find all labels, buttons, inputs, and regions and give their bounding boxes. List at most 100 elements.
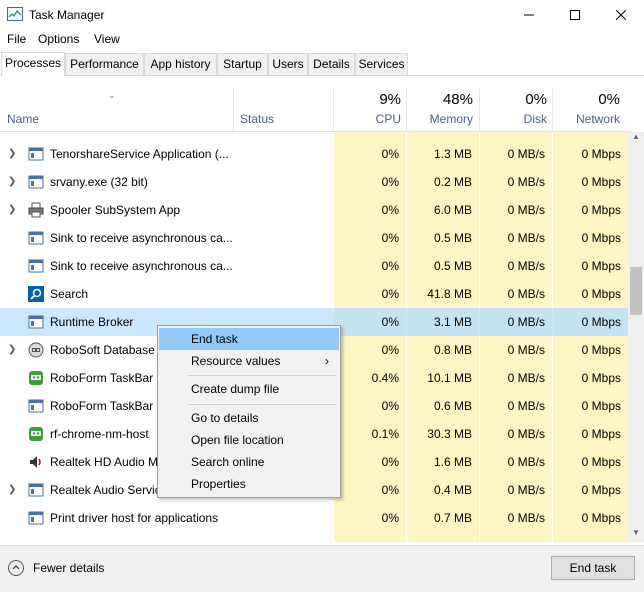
cpu-value: 0% bbox=[381, 175, 399, 189]
network-value: 0 Mbps bbox=[581, 511, 621, 525]
expand-chevron-icon[interactable]: ❯ bbox=[8, 149, 16, 159]
tab-details[interactable]: Details bbox=[308, 53, 355, 75]
submenu-chevron-icon: › bbox=[325, 354, 329, 368]
memory-cell: 0.5 MB bbox=[407, 224, 479, 252]
column-memory-header[interactable]: Memory bbox=[430, 112, 473, 126]
memory-value: 6.0 MB bbox=[433, 203, 472, 217]
memory-value: 10.1 MB bbox=[427, 371, 472, 385]
expand-chevron-icon[interactable]: ❯ bbox=[8, 177, 16, 187]
scrollbar-thumb[interactable] bbox=[630, 267, 642, 315]
menu-file[interactable]: File bbox=[7, 32, 26, 46]
disk-value: 0 MB/s bbox=[507, 203, 545, 217]
memory-value: 0.4 MB bbox=[433, 483, 472, 497]
disk-cell: 0 MB/s bbox=[480, 476, 552, 504]
tab-startup[interactable]: Startup bbox=[217, 53, 268, 75]
cpu-value: 0% bbox=[381, 483, 399, 497]
menu-options[interactable]: Options bbox=[38, 32, 79, 46]
process-name: Sink to receive asynchronous ca... bbox=[50, 259, 232, 273]
process-row[interactable]: Sink to receive asynchronous ca... 0% 0.5 … bbox=[0, 252, 628, 280]
network-value: 0 Mbps bbox=[581, 203, 621, 217]
cpu-value: 0% bbox=[381, 315, 399, 329]
network-value: 0 Mbps bbox=[581, 315, 621, 329]
column-name-header[interactable]: Name bbox=[7, 112, 39, 126]
cpu-value: 0.4% bbox=[371, 371, 399, 385]
footer: Fewer details End task bbox=[0, 545, 644, 592]
ctx-search-online[interactable]: Search online bbox=[159, 451, 339, 473]
cpu-cell: 0% bbox=[334, 140, 406, 168]
roboform-icon bbox=[29, 427, 43, 441]
process-name: Search bbox=[50, 287, 89, 301]
end-task-button[interactable]: End task bbox=[551, 556, 635, 580]
fewer-details-link[interactable]: Fewer details bbox=[33, 561, 104, 575]
close-button[interactable] bbox=[598, 0, 644, 30]
cpu-value: 0% bbox=[381, 343, 399, 357]
disk-value: 0 MB/s bbox=[507, 511, 545, 525]
memory-value: 41.8 MB bbox=[427, 287, 472, 301]
ctx-go-to-details[interactable]: Go to details bbox=[159, 407, 339, 429]
memory-value: 0.5 MB bbox=[433, 259, 472, 273]
column-network-header[interactable]: Network bbox=[576, 112, 620, 126]
disk-cell: 0 MB/s bbox=[480, 196, 552, 224]
scroll-up-icon[interactable]: ▲ bbox=[628, 132, 644, 146]
cpu-value: 0.1% bbox=[371, 427, 399, 441]
network-cell: 0 Mbps bbox=[553, 168, 628, 196]
app-window-icon bbox=[28, 483, 44, 497]
vertical-scrollbar[interactable]: ▲ ▼ bbox=[628, 132, 644, 542]
tab-performance[interactable]: Performance bbox=[65, 53, 144, 75]
expand-chevron-icon[interactable]: ❯ bbox=[8, 345, 16, 355]
cpu-value: 0% bbox=[381, 147, 399, 161]
expand-chevron-icon[interactable]: ❯ bbox=[8, 205, 16, 215]
process-row[interactable]: ❯ srvany.exe (32 bit) 0% 0.2 MB 0 MB/s 0 Mbps bbox=[0, 168, 628, 196]
process-row[interactable]: Sink to receive asynchronous ca... 0% 0.5 … bbox=[0, 224, 628, 252]
disk-value: 0 MB/s bbox=[507, 483, 545, 497]
disk-value: 0 MB/s bbox=[507, 287, 545, 301]
disk-value: 0 MB/s bbox=[507, 371, 545, 385]
process-row-partial bbox=[0, 532, 628, 542]
expand-chevron-icon[interactable]: ❯ bbox=[8, 485, 16, 495]
disk-cell: 0 MB/s bbox=[480, 224, 552, 252]
column-disk-header[interactable]: Disk bbox=[524, 112, 547, 126]
speaker-icon bbox=[30, 456, 41, 468]
scroll-down-icon[interactable]: ▼ bbox=[628, 528, 644, 542]
menu-divider bbox=[188, 404, 336, 405]
tab-users[interactable]: Users bbox=[268, 53, 308, 75]
context-menu: End task Resource values › Create dump fi… bbox=[157, 325, 341, 498]
menu-view[interactable]: View bbox=[94, 32, 120, 46]
memory-cell: 1.6 MB bbox=[407, 448, 479, 476]
process-row[interactable]: ❯ Spooler SubSystem App 0% 6.0 MB 0 MB/s 0 Mb… bbox=[0, 196, 628, 224]
maximize-icon bbox=[570, 10, 580, 20]
network-value: 0 Mbps bbox=[581, 147, 621, 161]
ctx-open-file-location[interactable]: Open file location bbox=[159, 429, 339, 451]
disk-cell: 0 MB/s bbox=[480, 280, 552, 308]
ctx-properties[interactable]: Properties bbox=[159, 473, 339, 495]
memory-cell: 0.5 MB bbox=[407, 252, 479, 280]
process-row[interactable]: Search 0% 41.8 MB 0 MB/s 0 Mbps bbox=[0, 280, 628, 308]
column-cpu-header[interactable]: CPU bbox=[376, 112, 401, 126]
memory-total-pct: 48% bbox=[442, 91, 473, 108]
ctx-create-dump-file[interactable]: Create dump file bbox=[159, 378, 339, 400]
cpu-cell: 0% bbox=[334, 224, 406, 252]
app-window-icon bbox=[28, 315, 44, 329]
disk-cell: 0 MB/s bbox=[480, 336, 552, 364]
column-status-header[interactable]: Status bbox=[240, 112, 274, 126]
disk-cell: 0 MB/s bbox=[480, 364, 552, 392]
cpu-cell: 0% bbox=[334, 196, 406, 224]
app-window-icon bbox=[28, 259, 44, 273]
tab-services[interactable]: Services bbox=[355, 53, 408, 75]
process-row[interactable]: ❯ TenorshareService Application (... 0% 1.3… bbox=[0, 140, 628, 168]
tab-app-history[interactable]: App history bbox=[144, 53, 217, 75]
network-cell: 0 Mbps bbox=[553, 140, 628, 168]
app-window-icon bbox=[28, 175, 44, 189]
ctx-resource-values[interactable]: Resource values › bbox=[159, 350, 339, 372]
process-row[interactable]: Print driver host for applications 0% 0.7 … bbox=[0, 504, 628, 532]
window-title: Task Manager bbox=[29, 8, 105, 22]
ctx-end-task[interactable]: End task bbox=[159, 328, 339, 350]
network-value: 0 Mbps bbox=[581, 399, 621, 413]
app-window-icon bbox=[28, 511, 44, 525]
chevron-up-circle-icon[interactable] bbox=[8, 560, 24, 576]
tab-processes[interactable]: Processes bbox=[1, 52, 65, 76]
maximize-button[interactable] bbox=[552, 0, 598, 30]
memory-value: 0.5 MB bbox=[433, 231, 472, 245]
minimize-button[interactable] bbox=[506, 0, 552, 30]
memory-cell: 3.1 MB bbox=[407, 308, 479, 336]
